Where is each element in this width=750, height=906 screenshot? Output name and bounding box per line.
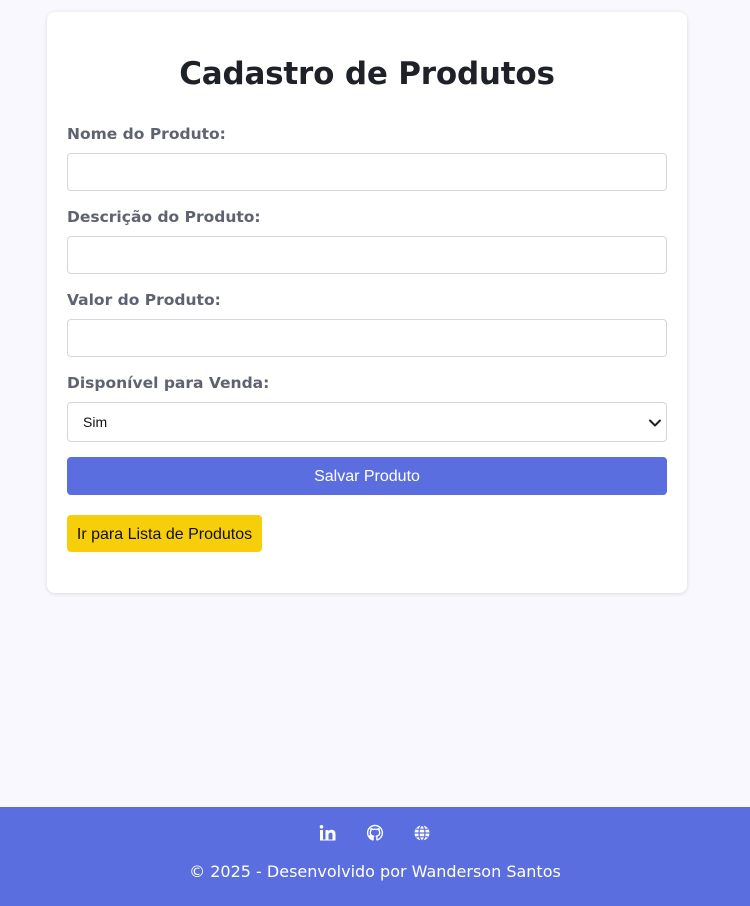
availability-label: Disponível para Venda: xyxy=(67,374,270,392)
page-title: Cadastro de Produtos xyxy=(179,56,555,92)
product-form-card: Cadastro de Produtos Nome do Produto: De… xyxy=(47,12,687,593)
product-description-label: Descrição do Produto: xyxy=(67,208,261,226)
product-name-label: Nome do Produto: xyxy=(67,125,226,143)
product-value-label: Valor do Produto: xyxy=(67,291,221,309)
save-product-button[interactable]: Salvar Produto xyxy=(67,457,667,495)
product-description-input[interactable] xyxy=(67,236,667,274)
availability-select[interactable]: Sim xyxy=(67,402,667,442)
footer: © 2025 - Desenvolvido por Wanderson Sant… xyxy=(0,807,750,906)
go-to-product-list-button[interactable]: Ir para Lista de Produtos xyxy=(67,515,262,552)
globe-icon[interactable] xyxy=(413,824,431,842)
linkedin-icon[interactable] xyxy=(319,824,337,842)
product-name-input[interactable] xyxy=(67,153,667,191)
footer-copyright: © 2025 - Desenvolvido por Wanderson Sant… xyxy=(189,862,561,881)
social-links xyxy=(0,822,750,842)
availability-selected-value: Sim xyxy=(83,414,108,430)
product-value-input[interactable] xyxy=(67,319,667,357)
github-icon[interactable] xyxy=(366,824,384,842)
chevron-down-icon xyxy=(649,419,661,427)
